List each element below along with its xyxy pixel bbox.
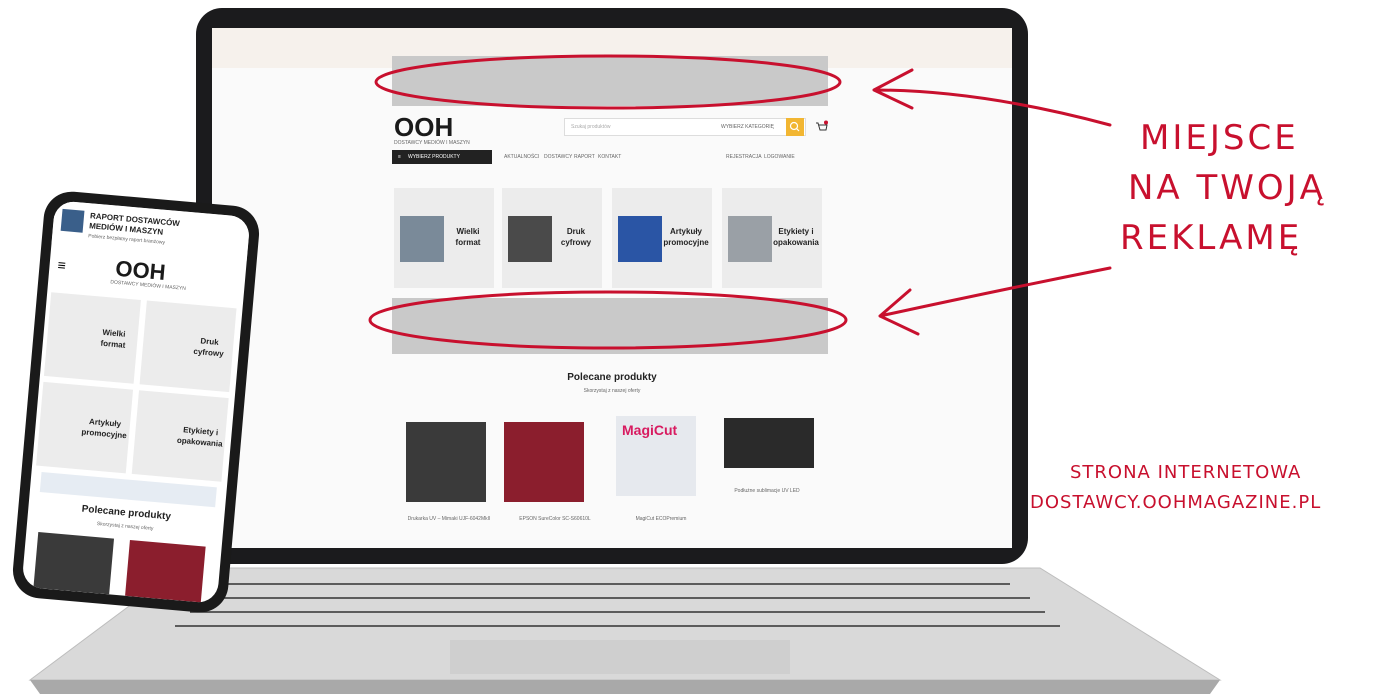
site-caption-line2: DOSTAWCY.OOHMAGAZINE.PL: [1030, 492, 1322, 513]
top-ad-circle: [374, 54, 842, 110]
arrow-middle-icon: [878, 266, 1112, 336]
site-caption-line1: STRONA INTERNETOWA: [1070, 462, 1302, 483]
annotation-line2: NA TWOJĄ: [1128, 168, 1326, 208]
arrow-top-icon: [872, 68, 1112, 127]
annotation-marks: [368, 54, 1112, 350]
middle-ad-circle: [368, 290, 848, 350]
annotation-line3: REKLAMĘ: [1120, 218, 1303, 258]
annotation-line1: MIEJSCE: [1140, 118, 1299, 158]
